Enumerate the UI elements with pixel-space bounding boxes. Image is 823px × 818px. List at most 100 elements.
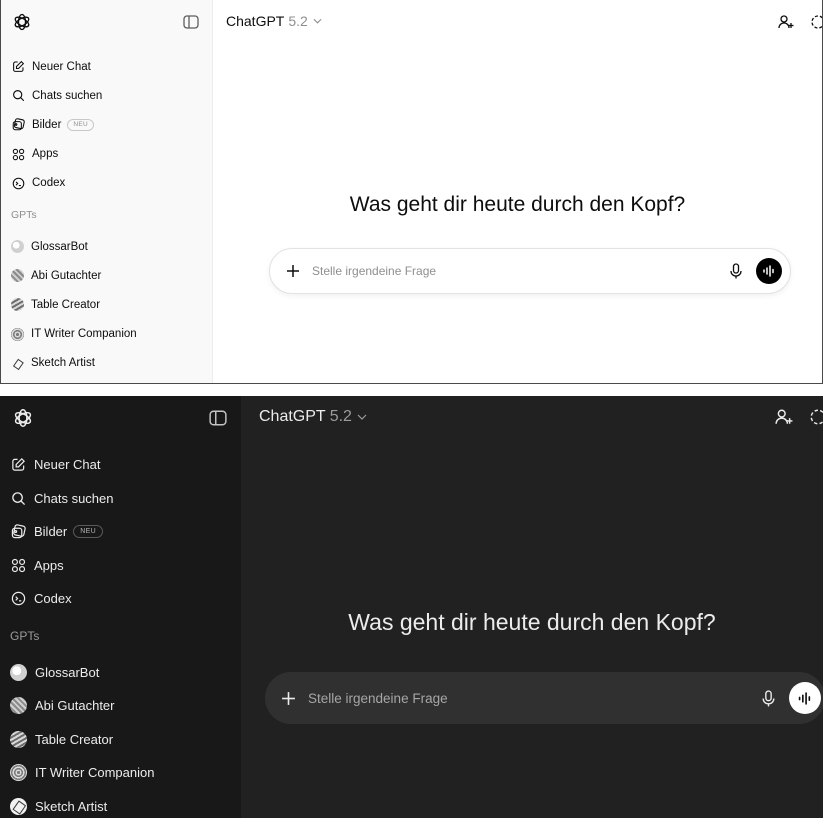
glossarbot-avatar — [10, 663, 27, 681]
sidebar-header — [0, 396, 241, 440]
glossarbot-avatar — [11, 240, 24, 254]
chevron-down-icon — [313, 18, 322, 24]
sidebar-item-label: Codex — [34, 591, 72, 607]
model-version: 5.2 — [288, 13, 308, 29]
prompt-input[interactable] — [312, 264, 730, 278]
openai-logo-icon[interactable] — [11, 406, 35, 430]
model-selector-button[interactable]: ChatGPT 5.2 — [259, 408, 367, 426]
model-name: ChatGPT — [226, 13, 285, 29]
sidebar-item-table-creator[interactable]: Table Creator — [0, 723, 241, 757]
chevron-down-icon — [357, 414, 367, 420]
header-actions — [762, 14, 822, 30]
model-name: ChatGPT — [259, 408, 326, 425]
sidebar-item-sketch-artist[interactable]: Sketch Artist — [1, 349, 212, 378]
sidebar-item-label: Sketch Artist — [31, 357, 95, 370]
sidebar-item-label: Abi Gutachter — [35, 698, 115, 714]
sidebar-item-codex[interactable]: Codex — [0, 582, 241, 616]
new-badge: NEU — [73, 525, 103, 539]
edit-icon — [10, 457, 26, 473]
voice-mode-button[interactable] — [756, 258, 782, 284]
header-actions — [759, 408, 823, 426]
new-badge: NEU — [67, 118, 95, 132]
sidebar-item-label: Abi Gutachter — [31, 269, 102, 282]
sidebar-item-abi-gutachter[interactable]: Abi Gutachter — [0, 689, 241, 723]
sidebar-nav: Neuer Chat Chats suchen Bilder NEU Apps — [0, 448, 241, 818]
edit-icon — [11, 60, 25, 74]
sidebar-item-images[interactable]: Bilder NEU — [1, 110, 212, 139]
sidebar-item-abi-gutachter[interactable]: Abi Gutachter — [1, 261, 212, 290]
codex-icon — [10, 591, 26, 607]
gpts-section-label: GPTs — [10, 628, 40, 643]
sidebar-item-apps[interactable]: Apps — [1, 140, 212, 169]
image-icon — [11, 118, 25, 132]
sidebar-header — [1, 0, 212, 44]
search-icon — [10, 490, 26, 506]
page-title: Was geht dir heute durch den Kopf? — [349, 193, 686, 216]
sidebar-item-images[interactable]: Bilder NEU — [0, 515, 241, 549]
sidebar-item-glossarbot[interactable]: GlossarBot — [0, 656, 241, 690]
add-user-icon[interactable] — [775, 408, 793, 426]
sidebar: Neuer Chat Chats suchen Bilder NEU Apps — [0, 396, 241, 818]
sidebar-item-label: Neuer Chat — [34, 457, 101, 473]
sidebar-item-label: Neuer Chat — [32, 60, 91, 73]
gpts-section-label: GPTs — [11, 208, 37, 221]
sidebar-item-label: GlossarBot — [35, 664, 100, 680]
sidebar-item-search[interactable]: Chats suchen — [0, 482, 241, 516]
sidebar-item-label: Apps — [32, 148, 59, 161]
prompt-input[interactable] — [308, 690, 762, 706]
sidebar-item-it-writer-companion[interactable]: IT Writer Companion — [0, 756, 241, 790]
sidebar-item-apps[interactable]: Apps — [0, 549, 241, 583]
sidebar-item-new-chat[interactable]: Neuer Chat — [1, 52, 212, 81]
temporary-chat-icon[interactable] — [809, 408, 823, 426]
sidebar-item-label: Apps — [34, 557, 64, 573]
dark-theme-window: Neuer Chat Chats suchen Bilder NEU Apps — [0, 396, 823, 818]
add-user-icon[interactable] — [778, 14, 794, 30]
prompt-composer — [265, 672, 823, 724]
openai-logo-icon[interactable] — [11, 11, 33, 33]
waveform-icon — [798, 691, 811, 705]
sidebar-item-label: Table Creator — [31, 298, 101, 311]
sketch-artist-avatar — [10, 797, 27, 815]
table-creator-avatar — [10, 730, 27, 748]
codex-icon — [11, 176, 25, 190]
sidebar-item-search[interactable]: Chats suchen — [1, 81, 212, 110]
apps-icon — [11, 147, 25, 161]
search-icon — [11, 89, 25, 103]
sidebar-nav: Neuer Chat Chats suchen Bilder NEU Apps — [1, 52, 212, 378]
sidebar-item-new-chat[interactable]: Neuer Chat — [0, 448, 241, 482]
abi-gutachter-avatar — [10, 697, 27, 715]
sidebar-item-label: Codex — [32, 177, 66, 190]
prompt-composer — [269, 248, 791, 294]
light-theme-window: Neuer Chat Chats suchen Bilder NEU Apps — [0, 0, 823, 384]
sidebar-toggle-icon[interactable] — [207, 408, 229, 428]
sidebar-item-label: Bilder — [34, 524, 68, 540]
sidebar-item-label: Sketch Artist — [35, 798, 108, 814]
plus-icon[interactable] — [286, 264, 300, 278]
sidebar-item-glossarbot[interactable]: GlossarBot — [1, 232, 212, 261]
sidebar-item-label: Bilder — [32, 118, 62, 131]
sketch-artist-avatar — [11, 357, 24, 370]
microphone-icon[interactable] — [730, 263, 742, 279]
model-selector-button[interactable]: ChatGPT 5.2 — [226, 13, 322, 29]
sidebar-item-codex[interactable]: Codex — [1, 169, 212, 198]
model-version: 5.2 — [329, 408, 352, 425]
main-area: ChatGPT 5.2 Was geht dir heute durch den… — [241, 396, 823, 818]
temporary-chat-icon[interactable] — [810, 14, 822, 30]
voice-mode-button[interactable] — [789, 682, 821, 714]
sidebar-item-it-writer-companion[interactable]: IT Writer Companion — [1, 320, 212, 349]
microphone-icon[interactable] — [762, 689, 775, 707]
sidebar-item-sketch-artist[interactable]: Sketch Artist — [0, 790, 241, 818]
sidebar-item-label: IT Writer Companion — [35, 765, 155, 781]
it-writer-companion-avatar — [11, 327, 24, 341]
waveform-icon — [763, 265, 774, 277]
sidebar-item-label: GlossarBot — [31, 240, 88, 253]
abi-gutachter-avatar — [11, 269, 24, 283]
sidebar-toggle-icon[interactable] — [181, 13, 201, 31]
sidebar-item-label: Chats suchen — [34, 490, 114, 506]
table-creator-avatar — [11, 298, 24, 312]
it-writer-companion-avatar — [10, 764, 27, 782]
sidebar: Neuer Chat Chats suchen Bilder NEU Apps — [1, 0, 213, 383]
sidebar-item-table-creator[interactable]: Table Creator — [1, 290, 212, 319]
image-icon — [10, 524, 26, 540]
plus-icon[interactable] — [281, 691, 296, 706]
